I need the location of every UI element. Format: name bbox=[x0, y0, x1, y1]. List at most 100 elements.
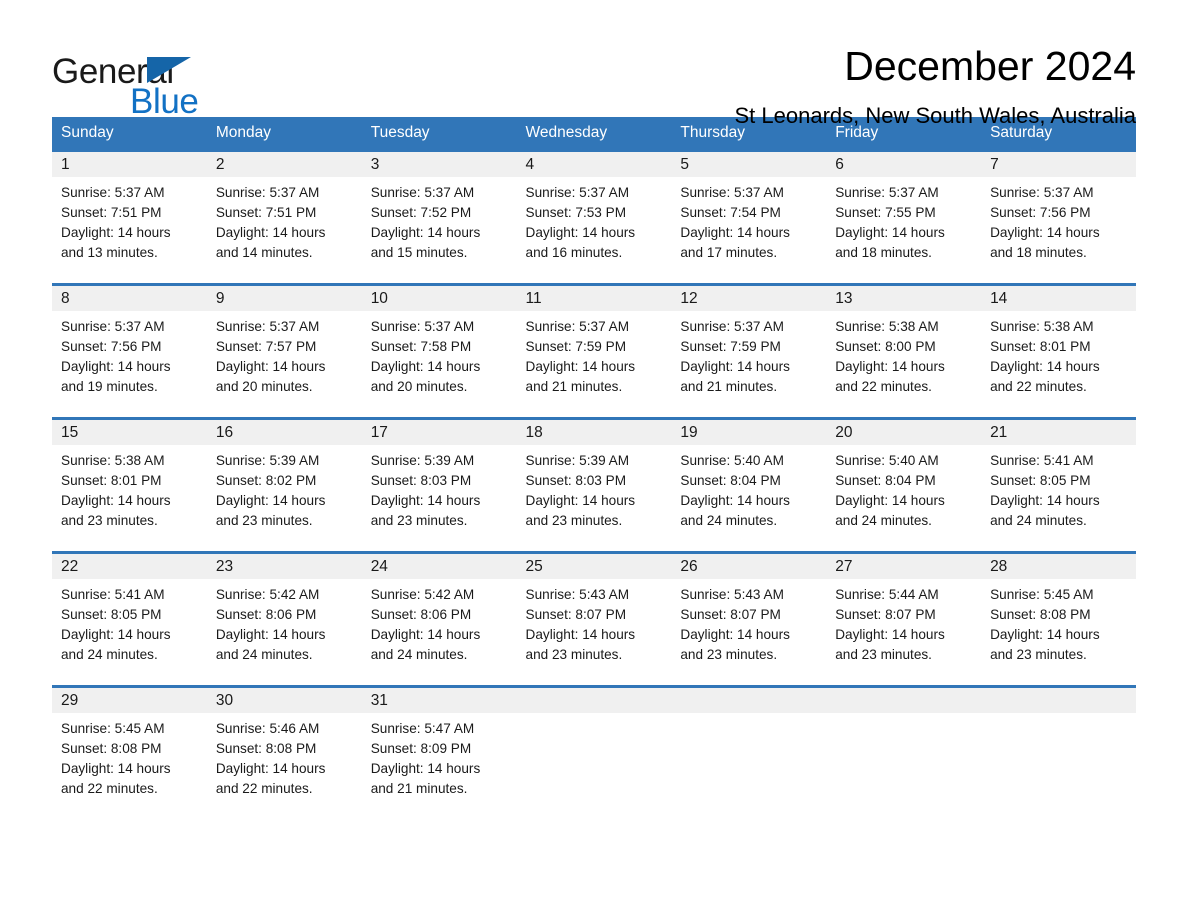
daylight-text-line1: Daylight: 14 hours bbox=[835, 225, 945, 240]
day-cell-empty bbox=[826, 688, 982, 819]
daylight-text-line2: and 23 minutes. bbox=[835, 647, 932, 662]
day-number: 9 bbox=[206, 286, 362, 311]
day-cell[interactable]: 28 Sunrise: 5:45 AM Sunset: 8:08 PM Dayl… bbox=[981, 554, 1136, 685]
daylight-text-line2: and 21 minutes. bbox=[525, 379, 623, 394]
day-info: Sunrise: 5:43 AM Sunset: 8:07 PM Dayligh… bbox=[671, 579, 826, 665]
daylight-text-line2: and 21 minutes. bbox=[370, 781, 468, 796]
day-cell[interactable]: 29 Sunrise: 5:45 AM Sunset: 8:08 PM Dayl… bbox=[52, 688, 207, 819]
day-cell[interactable]: 22 Sunrise: 5:41 AM Sunset: 8:05 PM Dayl… bbox=[52, 554, 207, 685]
daylight-text-line2: and 22 minutes. bbox=[990, 379, 1087, 394]
daylight-text-line2: and 22 minutes. bbox=[835, 379, 932, 394]
day-info bbox=[517, 713, 672, 719]
calendar-page: General Blue December 2024 St Leonards, … bbox=[0, 0, 1188, 918]
day-number: 18 bbox=[516, 420, 672, 445]
day-cell[interactable]: 14 Sunrise: 5:38 AM Sunset: 8:01 PM Dayl… bbox=[981, 286, 1136, 417]
day-info: Sunrise: 5:45 AM Sunset: 8:08 PM Dayligh… bbox=[981, 579, 1136, 665]
day-cell[interactable]: 2 Sunrise: 5:37 AM Sunset: 7:51 PM Dayli… bbox=[206, 152, 362, 283]
day-cell[interactable]: 4 Sunrise: 5:37 AM Sunset: 7:53 PM Dayli… bbox=[516, 152, 672, 283]
day-number: 13 bbox=[826, 286, 982, 311]
sunset-text: Sunset: 7:57 PM bbox=[215, 339, 317, 354]
daylight-text-line1: Daylight: 14 hours bbox=[61, 627, 171, 642]
day-number: 2 bbox=[206, 152, 362, 177]
day-number: 14 bbox=[981, 286, 1136, 311]
sunset-text: Sunset: 8:06 PM bbox=[215, 607, 317, 622]
sunset-text: Sunset: 8:07 PM bbox=[525, 607, 627, 622]
daylight-text-line1: Daylight: 14 hours bbox=[370, 359, 481, 374]
day-number: 5 bbox=[671, 152, 827, 177]
day-number: 23 bbox=[206, 554, 362, 579]
page-header: General Blue December 2024 St Leonards, … bbox=[52, 0, 1136, 127]
day-cell-empty bbox=[671, 688, 827, 819]
day-cell[interactable]: 24 Sunrise: 5:42 AM Sunset: 8:06 PM Dayl… bbox=[361, 554, 517, 685]
day-cell[interactable]: 19 Sunrise: 5:40 AM Sunset: 8:04 PM Dayl… bbox=[671, 420, 827, 551]
day-number: 30 bbox=[206, 688, 362, 713]
day-cell[interactable]: 30 Sunrise: 5:46 AM Sunset: 8:08 PM Dayl… bbox=[206, 688, 362, 819]
daylight-text-line2: and 19 minutes. bbox=[61, 379, 158, 394]
day-cell[interactable]: 5 Sunrise: 5:37 AM Sunset: 7:54 PM Dayli… bbox=[671, 152, 827, 283]
daylight-text-line1: Daylight: 14 hours bbox=[680, 493, 790, 508]
logo-text-blue: Blue bbox=[130, 82, 199, 121]
day-cell[interactable]: 11 Sunrise: 5:37 AM Sunset: 7:59 PM Dayl… bbox=[516, 286, 672, 417]
day-cell[interactable]: 7 Sunrise: 5:37 AM Sunset: 7:56 PM Dayli… bbox=[981, 152, 1136, 283]
sunrise-sunset-calendar: Sunday Monday Tuesday Wednesday Thursday… bbox=[52, 117, 1136, 819]
day-info: Sunrise: 5:37 AM Sunset: 7:58 PM Dayligh… bbox=[362, 311, 517, 397]
day-info: Sunrise: 5:44 AM Sunset: 8:07 PM Dayligh… bbox=[826, 579, 981, 665]
day-cell[interactable]: 13 Sunrise: 5:38 AM Sunset: 8:00 PM Dayl… bbox=[826, 286, 982, 417]
day-cell-empty bbox=[516, 688, 672, 819]
sunrise-text: Sunrise: 5:39 AM bbox=[525, 453, 630, 468]
daylight-text-line1: Daylight: 14 hours bbox=[525, 225, 636, 240]
day-cell[interactable]: 12 Sunrise: 5:37 AM Sunset: 7:59 PM Dayl… bbox=[671, 286, 827, 417]
daylight-text-line1: Daylight: 14 hours bbox=[835, 359, 945, 374]
daylight-text-line2: and 21 minutes. bbox=[680, 379, 778, 394]
day-cell[interactable]: 8 Sunrise: 5:37 AM Sunset: 7:56 PM Dayli… bbox=[52, 286, 207, 417]
day-cell[interactable]: 25 Sunrise: 5:43 AM Sunset: 8:07 PM Dayl… bbox=[516, 554, 672, 685]
day-number: 10 bbox=[361, 286, 517, 311]
day-info: Sunrise: 5:37 AM Sunset: 7:53 PM Dayligh… bbox=[517, 177, 672, 263]
sunrise-text: Sunrise: 5:37 AM bbox=[525, 185, 630, 200]
daylight-text-line2: and 24 minutes. bbox=[61, 647, 158, 662]
day-number: 8 bbox=[52, 286, 207, 311]
logo-triangle-icon bbox=[147, 57, 191, 83]
day-cell[interactable]: 3 Sunrise: 5:37 AM Sunset: 7:52 PM Dayli… bbox=[361, 152, 517, 283]
day-cell[interactable]: 23 Sunrise: 5:42 AM Sunset: 8:06 PM Dayl… bbox=[206, 554, 362, 685]
sunrise-text: Sunrise: 5:37 AM bbox=[215, 185, 320, 200]
day-number bbox=[981, 688, 1136, 713]
day-info: Sunrise: 5:39 AM Sunset: 8:02 PM Dayligh… bbox=[207, 445, 362, 531]
sunrise-text: Sunrise: 5:37 AM bbox=[61, 185, 165, 200]
daylight-text-line2: and 24 minutes. bbox=[215, 647, 313, 662]
day-cell[interactable]: 27 Sunrise: 5:44 AM Sunset: 8:07 PM Dayl… bbox=[826, 554, 982, 685]
day-cell[interactable]: 26 Sunrise: 5:43 AM Sunset: 8:07 PM Dayl… bbox=[671, 554, 827, 685]
page-title: December 2024 bbox=[844, 43, 1136, 89]
sunrise-text: Sunrise: 5:41 AM bbox=[990, 453, 1094, 468]
day-cell[interactable]: 21 Sunrise: 5:41 AM Sunset: 8:05 PM Dayl… bbox=[981, 420, 1136, 551]
sunrise-text: Sunrise: 5:37 AM bbox=[680, 185, 784, 200]
day-info: Sunrise: 5:37 AM Sunset: 7:59 PM Dayligh… bbox=[671, 311, 826, 397]
day-cell[interactable]: 31 Sunrise: 5:47 AM Sunset: 8:09 PM Dayl… bbox=[361, 688, 517, 819]
day-cell[interactable]: 6 Sunrise: 5:37 AM Sunset: 7:55 PM Dayli… bbox=[826, 152, 982, 283]
daylight-text-line2: and 17 minutes. bbox=[680, 245, 778, 260]
day-number: 25 bbox=[516, 554, 672, 579]
calendar-week-row: 22 Sunrise: 5:41 AM Sunset: 8:05 PM Dayl… bbox=[52, 551, 1136, 687]
sunrise-text: Sunrise: 5:37 AM bbox=[370, 185, 475, 200]
day-cell[interactable]: 16 Sunrise: 5:39 AM Sunset: 8:02 PM Dayl… bbox=[206, 420, 362, 551]
daylight-text-line2: and 24 minutes. bbox=[680, 513, 778, 528]
day-cell[interactable]: 15 Sunrise: 5:38 AM Sunset: 8:01 PM Dayl… bbox=[52, 420, 207, 551]
day-cell[interactable]: 10 Sunrise: 5:37 AM Sunset: 7:58 PM Dayl… bbox=[361, 286, 517, 417]
general-blue-logo[interactable]: General Blue bbox=[52, 46, 212, 121]
day-info: Sunrise: 5:41 AM Sunset: 8:05 PM Dayligh… bbox=[52, 579, 207, 665]
sunset-text: Sunset: 8:08 PM bbox=[61, 741, 162, 756]
day-number: 7 bbox=[981, 152, 1136, 177]
sunset-text: Sunset: 7:54 PM bbox=[680, 205, 781, 220]
day-cell[interactable]: 9 Sunrise: 5:37 AM Sunset: 7:57 PM Dayli… bbox=[206, 286, 362, 417]
day-cell[interactable]: 20 Sunrise: 5:40 AM Sunset: 8:04 PM Dayl… bbox=[826, 420, 982, 551]
day-cell[interactable]: 17 Sunrise: 5:39 AM Sunset: 8:03 PM Dayl… bbox=[361, 420, 517, 551]
day-info: Sunrise: 5:47 AM Sunset: 8:09 PM Dayligh… bbox=[362, 713, 517, 799]
day-info bbox=[981, 713, 1136, 719]
day-cell[interactable]: 18 Sunrise: 5:39 AM Sunset: 8:03 PM Dayl… bbox=[516, 420, 672, 551]
day-number bbox=[671, 688, 827, 713]
day-number: 29 bbox=[52, 688, 207, 713]
sunrise-text: Sunrise: 5:45 AM bbox=[990, 587, 1094, 602]
day-cell[interactable]: 1 Sunrise: 5:37 AM Sunset: 7:51 PM Dayli… bbox=[52, 152, 207, 283]
day-number: 15 bbox=[52, 420, 207, 445]
daylight-text-line1: Daylight: 14 hours bbox=[215, 359, 326, 374]
